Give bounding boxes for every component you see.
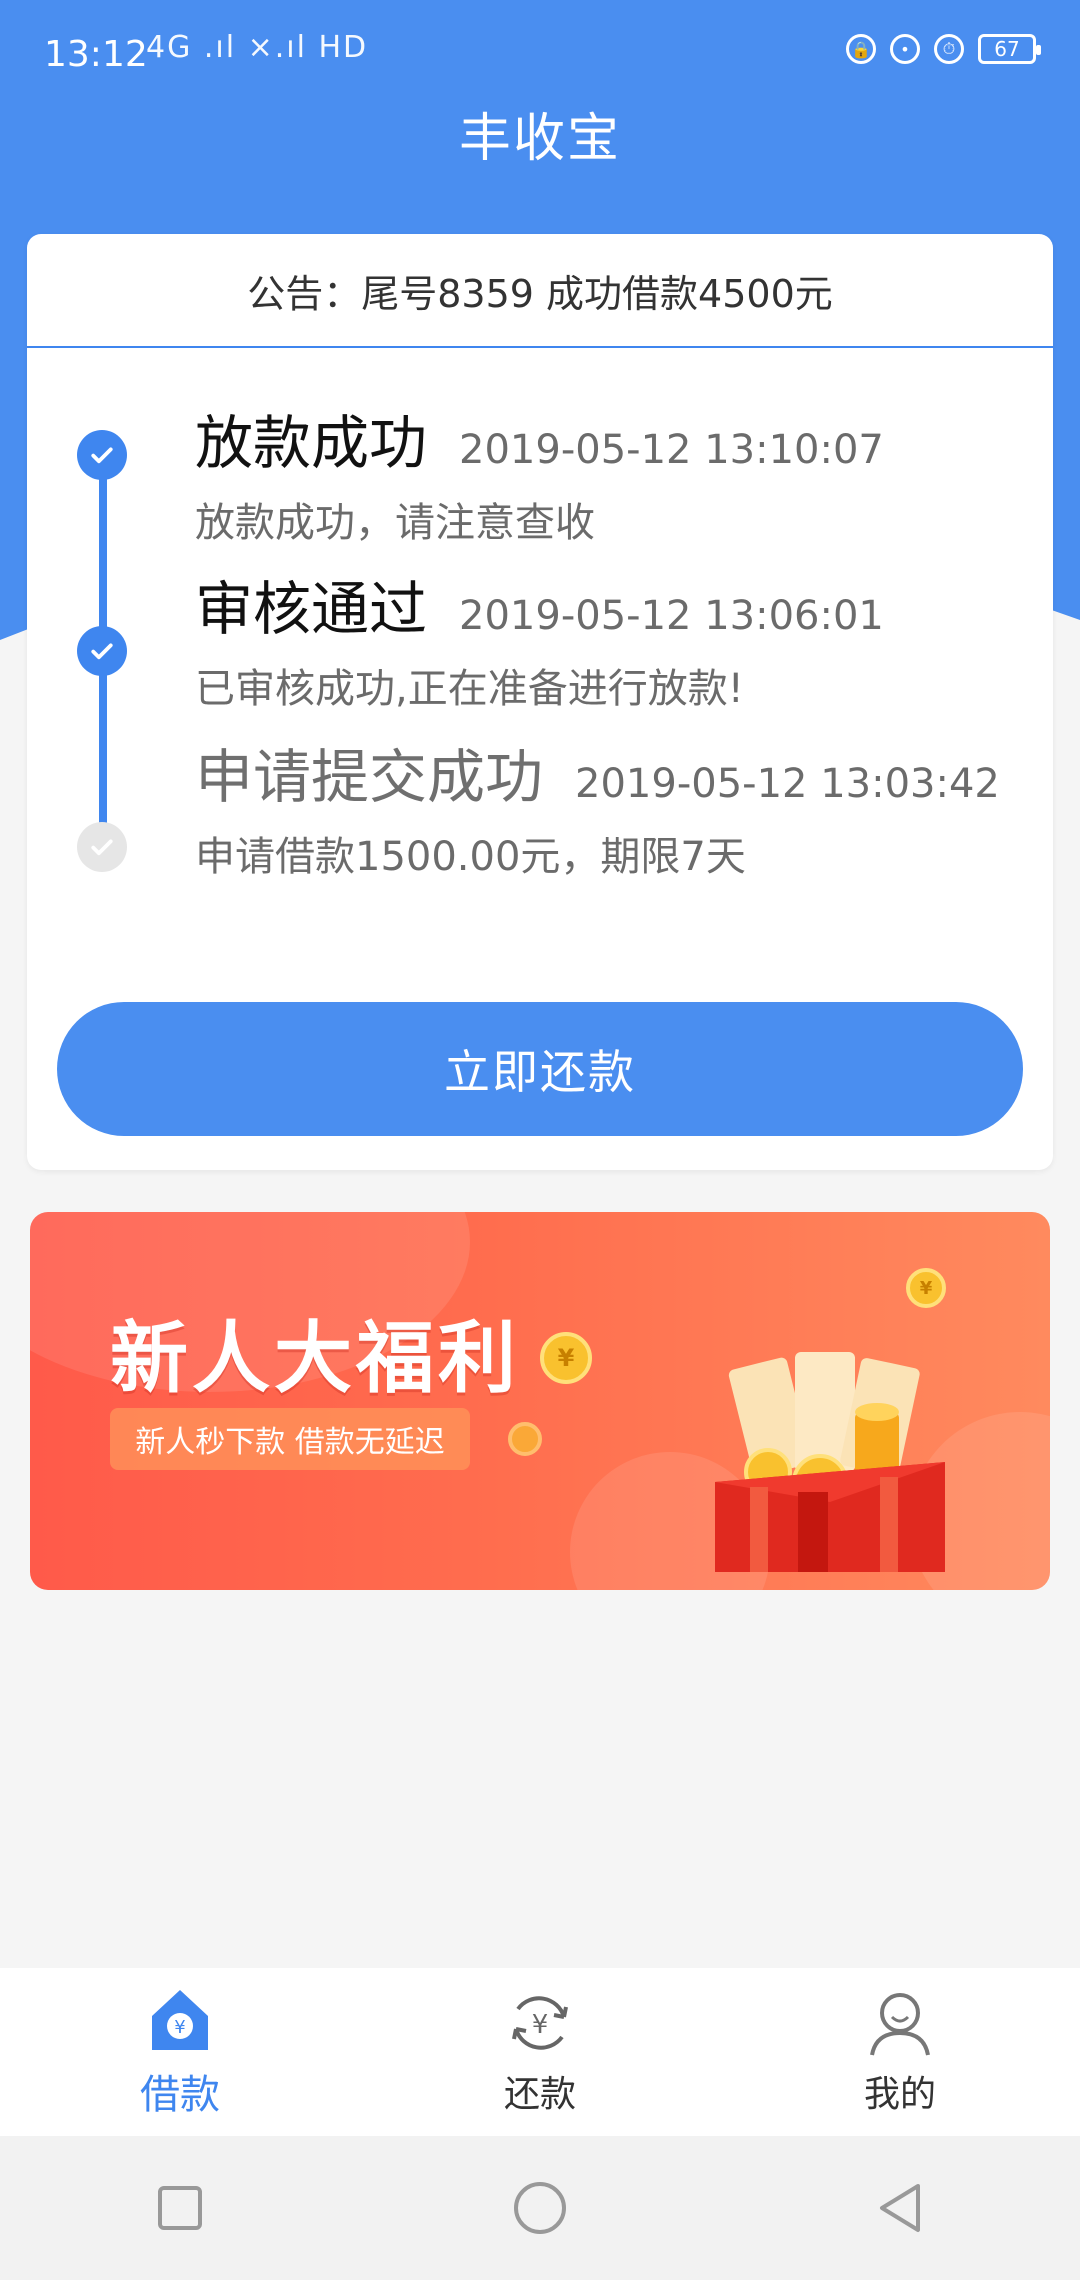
battery-icon: 67 [978,34,1041,64]
timeline-title: 审核通过 [195,575,428,643]
repay-yuan-icon: ¥ [512,1996,568,2050]
status-icons: 🔒 • ⏱ 67 [846,34,1041,64]
check-icon [77,626,127,676]
page-title: 丰收宝 [458,109,621,169]
status-time: 13:12 [44,34,148,75]
promo-banner[interactable]: 新人大福利 新人秒下款 借款无延迟 ¥ ¥ [30,1212,1050,1590]
svg-text:¥: ¥ [532,2010,549,2040]
notice-text: 公告：尾号8359 成功借款4500元 [247,271,833,316]
banner-title: 新人大福利 [110,1314,521,1404]
back-triangle-icon [880,2184,920,2232]
timeline-desc: 放款成功，请注意查收 [195,500,595,546]
notice-bar: 公告：尾号8359 成功借款4500元 [27,234,1053,348]
loan-timeline: 放款成功 2019-05-12 13:10:07 放款成功，请注意查收 审核通过… [27,346,1053,946]
check-icon [77,430,127,480]
gift-box-icon [715,1352,945,1572]
home-button[interactable] [500,2168,580,2248]
timeline-item: 放款成功 2019-05-12 13:10:07 放款成功，请注意查收 [195,396,884,548]
coin-icon [508,1422,542,1456]
tab-repay[interactable]: ¥ 还款 [420,1987,660,2117]
tab-mine[interactable]: 我的 [780,1987,1020,2117]
timeline-title: 申请提交成功 [195,743,544,811]
location-icon: • [890,34,920,64]
repay-now-button[interactable]: 立即还款 [57,1002,1023,1136]
coin-icon: ¥ [906,1268,946,1308]
timeline-item: 申请提交成功 2019-05-12 13:03:42 申请借款1500.00元，… [195,730,1000,882]
back-button[interactable] [860,2168,940,2248]
timeline-time: 2019-05-12 13:06:01 [459,593,884,639]
pending-check-icon [77,822,127,872]
banner-subtitle: 新人秒下款 借款无延迟 [110,1408,470,1470]
system-nav-bar [0,2136,1080,2280]
svg-text:¥: ¥ [174,2017,185,2038]
timeline-time: 2019-05-12 13:03:42 [575,761,1000,807]
timeline-desc: 申请借款1500.00元，期限7天 [195,834,746,880]
status-bar: 13:12 4G .ıl ×.ıl HD 🔒 • ⏱ 67 [0,0,1080,110]
loan-status-card: 公告：尾号8359 成功借款4500元 放款成功 2019-05-12 13:1… [27,234,1053,1170]
timeline-title: 放款成功 [195,409,428,477]
lock-icon: 🔒 [846,34,876,64]
tab-borrow[interactable]: ¥ 借款 [60,1984,300,2120]
tab-label: 借款 [140,2072,220,2118]
tab-label: 我的 [863,2074,936,2115]
bottom-tab-bar: ¥ 借款 ¥ 还款 我的 [0,1968,1080,2136]
alarm-icon: ⏱ [934,34,964,64]
timeline-desc: 已审核成功,正在准备进行放款! [195,666,744,712]
square-icon [158,2186,202,2230]
signal-icon: 4G .ıl ×.ıl HD [146,30,369,65]
battery-level: 67 [994,37,1020,61]
home-yuan-icon: ¥ [152,1990,208,2050]
user-icon [870,1993,930,2056]
circle-icon [514,2182,566,2234]
coin-icon: ¥ [540,1332,592,1384]
timeline-time: 2019-05-12 13:10:07 [459,427,884,473]
recent-apps-button[interactable] [140,2168,220,2248]
tab-label: 还款 [503,2074,576,2115]
timeline-item: 审核通过 2019-05-12 13:06:01 已审核成功,正在准备进行放款! [195,562,884,714]
